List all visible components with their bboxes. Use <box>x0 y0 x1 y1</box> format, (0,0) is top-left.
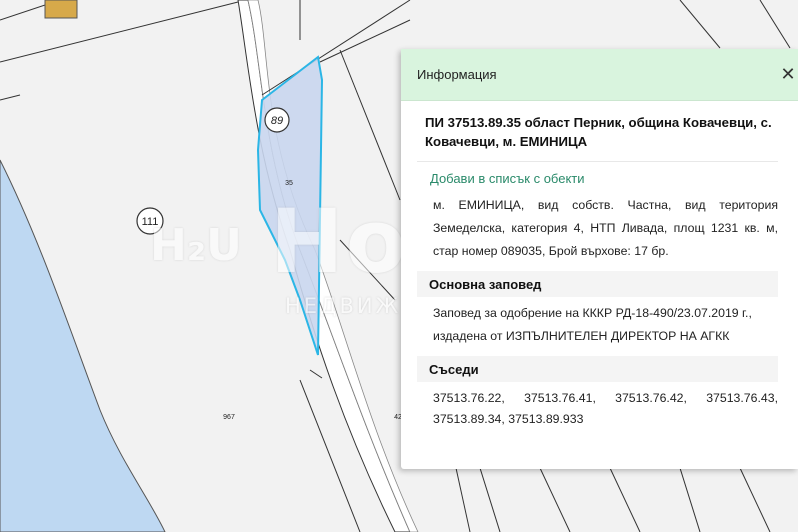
parcel-label-111-marker[interactable]: 111 <box>136 207 164 235</box>
order-heading: Основна заповед <box>417 271 778 297</box>
parcel-title: ПИ 37513.89.35 област Перник, община Ков… <box>417 105 778 162</box>
parcel-label-89-marker[interactable]: 89 <box>264 107 290 133</box>
neighbours-heading: Съседи <box>417 356 778 382</box>
parcel-sub-label-967: 967 <box>223 414 235 421</box>
parcel-sub-label-35: 35 <box>285 180 293 187</box>
info-panel-body: ПИ 37513.89.35 област Перник, община Ков… <box>401 105 798 430</box>
neighbours-list: 37513.76.22, 37513.76.41, 37513.76.42, 3… <box>433 391 778 426</box>
info-panel: Информация ✕ ПИ 37513.89.35 област Перни… <box>401 49 798 469</box>
add-to-list-link[interactable]: Добави в списък с обекти <box>417 162 778 186</box>
info-panel-title: Информация <box>417 67 497 82</box>
order-text: Заповед за одобрение на КККР РД-18-490/2… <box>433 306 752 343</box>
parcel-label-111: 111 <box>142 216 159 228</box>
parcel-label-89: 89 <box>271 115 283 127</box>
parcel-details: м. ЕМИНИЦА, вид собств. Частна, вид тери… <box>433 198 778 258</box>
info-panel-header: Информация ✕ <box>401 49 798 101</box>
building <box>44 0 78 19</box>
close-icon[interactable]: ✕ <box>776 63 798 87</box>
